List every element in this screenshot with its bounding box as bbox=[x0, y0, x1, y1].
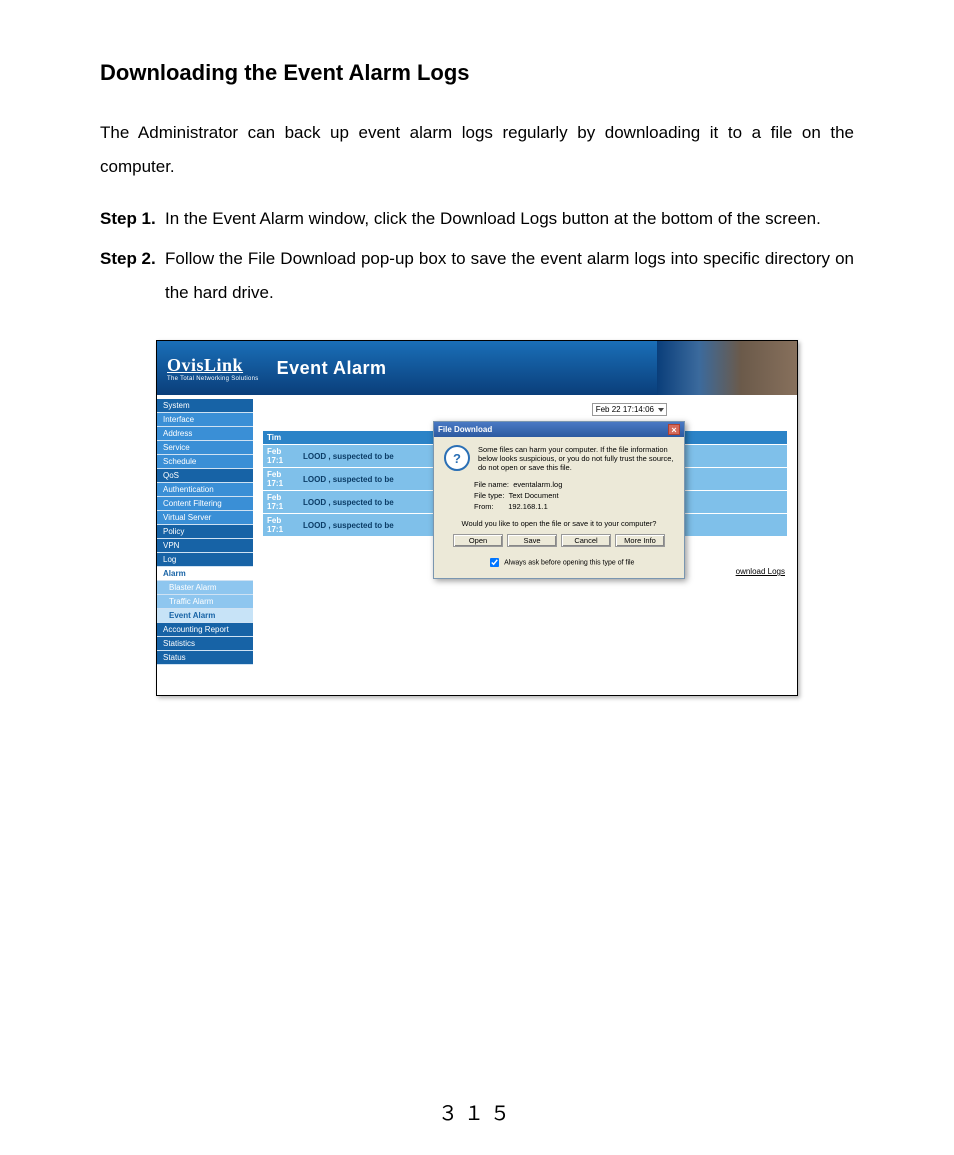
file-type-value: Text Document bbox=[509, 491, 559, 500]
dialog-ask-text: Would you like to open the file or save … bbox=[444, 519, 674, 528]
main-panel: Feb 22 17:14:06 Tim Feb17:1LOOD , suspec… bbox=[253, 395, 797, 695]
intro-paragraph: The Administrator can back up event alar… bbox=[100, 116, 854, 184]
sidebar-item-address[interactable]: Address bbox=[157, 427, 253, 441]
brand-block: OvisLink The Total Networking Solutions bbox=[157, 349, 269, 388]
brand-tagline: The Total Networking Solutions bbox=[167, 376, 259, 382]
date-dropdown-value: Feb 22 17:14:06 bbox=[596, 405, 654, 414]
log-time-cell: Feb17:1 bbox=[263, 467, 299, 490]
step-1: Step 1. In the Event Alarm window, click… bbox=[100, 202, 854, 236]
brand-name: OvisLink bbox=[167, 355, 259, 376]
sidebar-item-system[interactable]: System bbox=[157, 399, 253, 413]
sidebar-item-schedule[interactable]: Schedule bbox=[157, 455, 253, 469]
dialog-title-text: File Download bbox=[438, 425, 492, 434]
section-heading: Downloading the Event Alarm Logs bbox=[100, 60, 854, 86]
app-header: OvisLink The Total Networking Solutions … bbox=[157, 341, 797, 395]
dialog-body: ? Some files can harm your computer. If … bbox=[434, 437, 684, 578]
always-ask-row: Always ask before opening this type of f… bbox=[444, 553, 674, 572]
sidebar-item-alarm[interactable]: Alarm bbox=[157, 567, 253, 581]
sidebar: SystemInterfaceAddressServiceScheduleQoS… bbox=[157, 395, 253, 695]
step-1-label: Step 1. bbox=[100, 202, 165, 236]
step-2-text: Follow the File Download pop-up box to s… bbox=[165, 242, 854, 310]
more-info-button[interactable]: More Info bbox=[615, 534, 665, 547]
file-name-value: eventalarm.log bbox=[513, 480, 562, 489]
page-number: ３１５ bbox=[0, 1097, 954, 1127]
sidebar-item-authentication[interactable]: Authentication bbox=[157, 483, 253, 497]
page-title: Event Alarm bbox=[277, 358, 387, 379]
sidebar-item-status[interactable]: Status bbox=[157, 651, 253, 665]
sidebar-item-vpn[interactable]: VPN bbox=[157, 539, 253, 553]
sidebar-item-log[interactable]: Log bbox=[157, 553, 253, 567]
embedded-screenshot: OvisLink The Total Networking Solutions … bbox=[156, 340, 798, 696]
file-download-dialog: File Download × ? Some files can harm yo… bbox=[433, 421, 685, 579]
file-from-value: 192.168.1.1 bbox=[508, 502, 548, 511]
step-2-label: Step 2. bbox=[100, 242, 165, 310]
cancel-button[interactable]: Cancel bbox=[561, 534, 611, 547]
dialog-titlebar[interactable]: File Download × bbox=[434, 422, 684, 437]
sidebar-item-traffic-alarm[interactable]: Traffic Alarm bbox=[157, 595, 253, 609]
step-1-text: In the Event Alarm window, click the Dow… bbox=[165, 202, 854, 236]
sidebar-item-qos[interactable]: QoS bbox=[157, 469, 253, 483]
download-logs-link[interactable]: ownload Logs bbox=[736, 567, 785, 576]
open-button[interactable]: Open bbox=[453, 534, 503, 547]
dialog-button-row: Open Save Cancel More Info bbox=[444, 534, 674, 547]
sidebar-item-accounting-report[interactable]: Accounting Report bbox=[157, 623, 253, 637]
sidebar-item-statistics[interactable]: Statistics bbox=[157, 637, 253, 651]
file-name-label: File name: bbox=[474, 480, 509, 489]
log-time-cell: Feb17:1 bbox=[263, 513, 299, 536]
question-icon: ? bbox=[444, 445, 470, 471]
close-icon[interactable]: × bbox=[668, 424, 680, 435]
log-time-cell: Feb17:1 bbox=[263, 490, 299, 513]
sidebar-item-interface[interactable]: Interface bbox=[157, 413, 253, 427]
app-body: SystemInterfaceAddressServiceScheduleQoS… bbox=[157, 395, 797, 695]
sidebar-item-event-alarm[interactable]: Event Alarm bbox=[157, 609, 253, 623]
sidebar-item-content-filtering[interactable]: Content Filtering bbox=[157, 497, 253, 511]
header-photo bbox=[657, 341, 797, 395]
log-time-cell: Feb17:1 bbox=[263, 444, 299, 467]
sidebar-item-blaster-alarm[interactable]: Blaster Alarm bbox=[157, 581, 253, 595]
file-from-label: From: bbox=[474, 502, 494, 511]
always-ask-checkbox[interactable] bbox=[489, 558, 498, 567]
always-ask-label: Always ask before opening this type of f… bbox=[504, 559, 634, 566]
sidebar-item-virtual-server[interactable]: Virtual Server bbox=[157, 511, 253, 525]
date-dropdown[interactable]: Feb 22 17:14:06 bbox=[592, 403, 667, 416]
sidebar-item-service[interactable]: Service bbox=[157, 441, 253, 455]
file-type-label: File type: bbox=[474, 491, 504, 500]
dialog-message: Some files can harm your computer. If th… bbox=[478, 445, 674, 472]
dialog-fields: File name: eventalarm.log File type: Tex… bbox=[474, 480, 674, 511]
save-button[interactable]: Save bbox=[507, 534, 557, 547]
step-2: Step 2. Follow the File Download pop-up … bbox=[100, 242, 854, 310]
sidebar-item-policy[interactable]: Policy bbox=[157, 525, 253, 539]
